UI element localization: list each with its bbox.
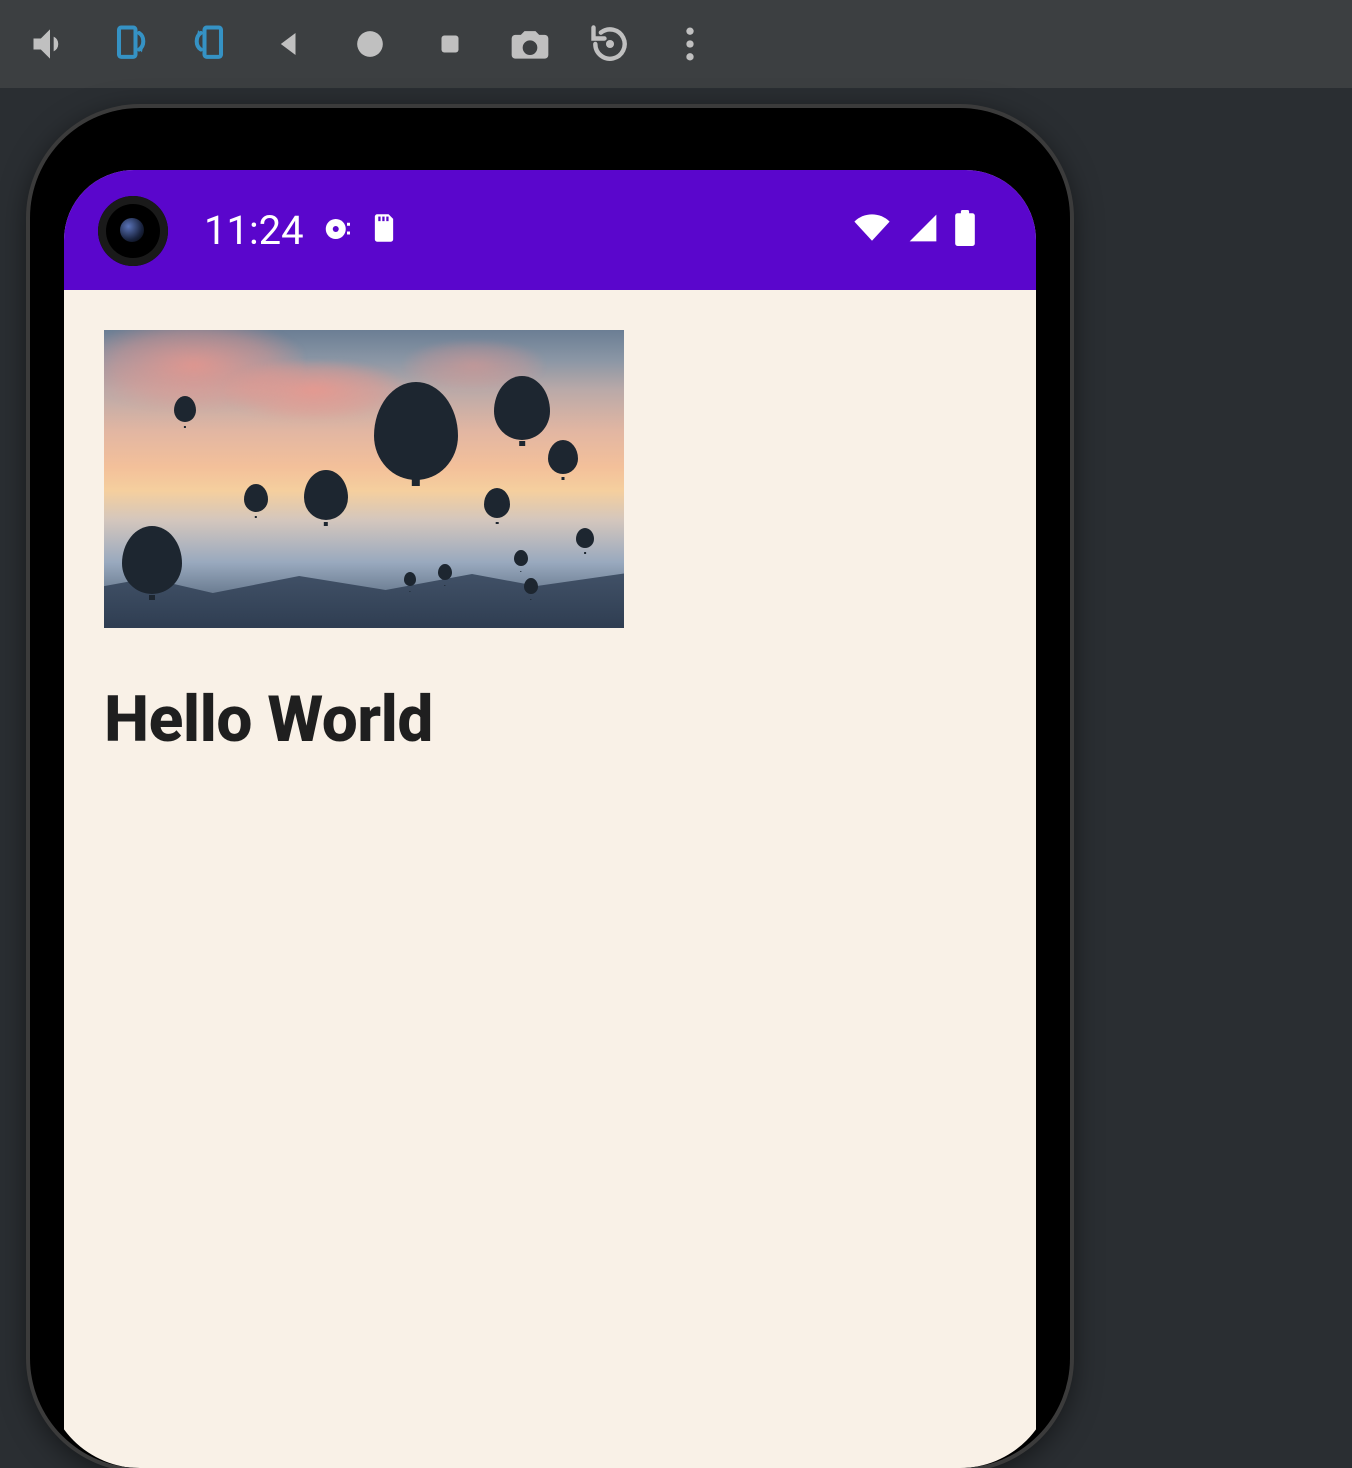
- back-icon[interactable]: [250, 0, 330, 88]
- status-bar: 11:24: [64, 170, 1036, 290]
- battery-icon: [954, 210, 976, 250]
- status-right: [852, 210, 976, 250]
- wifi-icon: [852, 212, 892, 248]
- hero-image: [104, 330, 624, 628]
- headline: Hello World: [104, 682, 996, 757]
- status-time: 11:24: [204, 207, 304, 254]
- rotate-left-icon[interactable]: [90, 0, 170, 88]
- status-left: 11:24: [204, 207, 398, 254]
- rotate-right-icon[interactable]: [170, 0, 250, 88]
- punch-hole-camera: [98, 196, 168, 266]
- disc-icon: [322, 207, 352, 254]
- camera-icon[interactable]: [490, 0, 570, 88]
- snapshot-reload-icon[interactable]: [570, 0, 650, 88]
- sd-card-icon: [370, 207, 398, 254]
- app-content: Hello World: [64, 290, 1036, 797]
- signal-icon: [906, 212, 940, 248]
- device-screen: 11:24: [64, 170, 1036, 1468]
- stop-icon[interactable]: [410, 0, 490, 88]
- more-vert-icon[interactable]: [650, 0, 730, 88]
- record-icon[interactable]: [330, 0, 410, 88]
- device-frame: 11:24: [30, 108, 1070, 1468]
- device-bezel: 11:24: [46, 124, 1054, 1468]
- emulator-toolbar: [0, 0, 1352, 88]
- emulator-stage: 11:24: [0, 88, 1352, 1440]
- volume-icon[interactable]: [10, 0, 90, 88]
